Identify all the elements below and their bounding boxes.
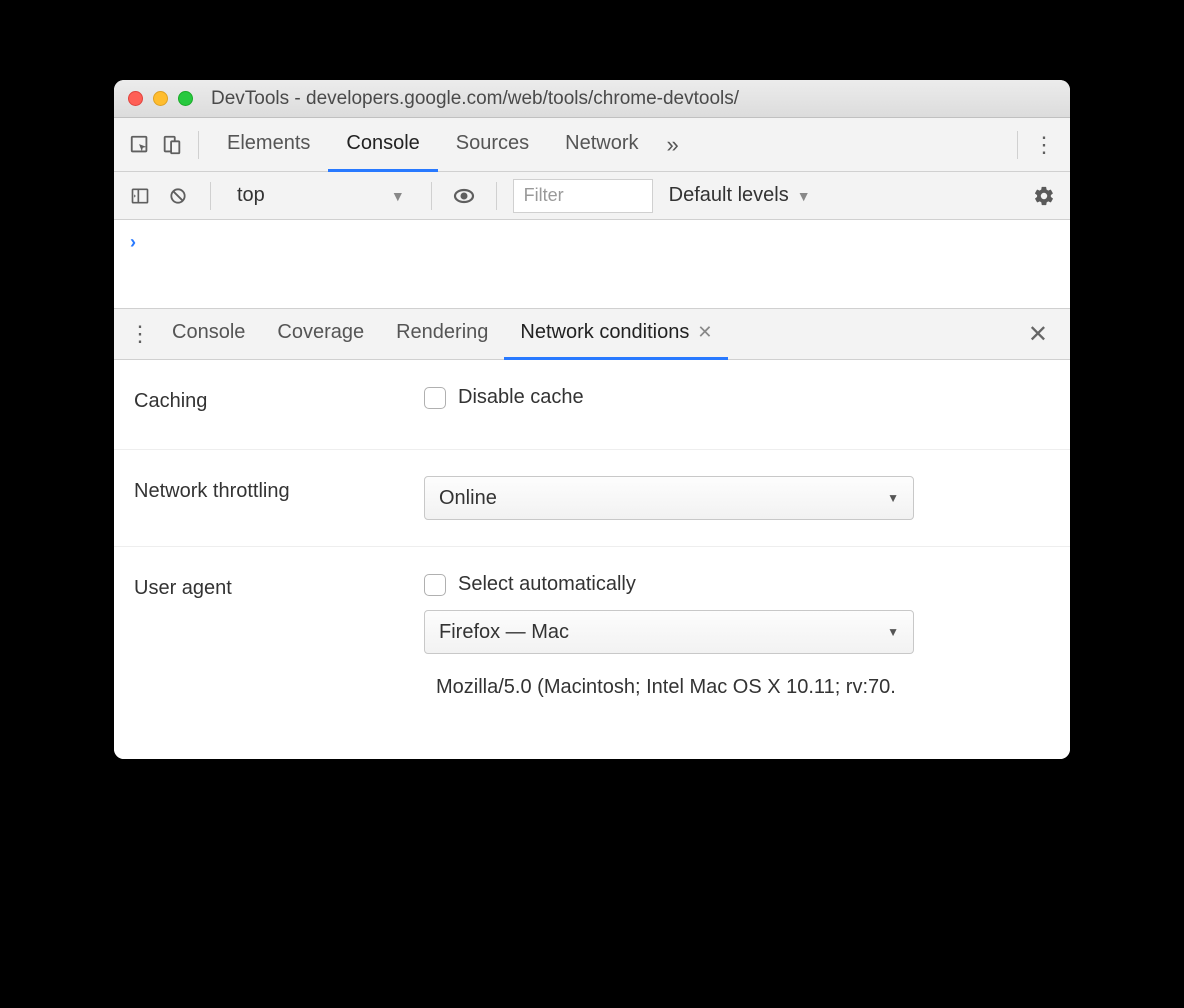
tab-label: Console (172, 321, 245, 344)
network-conditions-panel: Caching Disable cache Network throttling… (114, 360, 1070, 759)
tab-label: Network conditions (520, 321, 689, 344)
tab-label: Console (346, 132, 419, 155)
caching-row: Caching Disable cache (114, 360, 1070, 450)
context-value: top (237, 184, 265, 207)
filter-input[interactable] (513, 179, 653, 213)
separator (210, 182, 211, 210)
separator (496, 182, 497, 210)
select-automatically-label: Select automatically (458, 573, 636, 596)
separator (431, 182, 432, 210)
console-toolbar: top ▼ Default levels ▼ (114, 172, 1070, 220)
drawer-tab-console[interactable]: Console (156, 308, 261, 360)
drawer-close-icon[interactable]: ✕ (1016, 320, 1060, 349)
user-agent-value: Firefox — Mac (439, 621, 569, 644)
console-settings-gear-icon[interactable] (1028, 180, 1060, 212)
tab-label: Rendering (396, 321, 488, 344)
close-window-button[interactable] (128, 91, 143, 106)
caret-down-icon: ▼ (887, 491, 899, 505)
devtools-window: DevTools - developers.google.com/web/too… (114, 80, 1070, 759)
tab-label: Sources (456, 132, 529, 155)
caret-down-icon: ▼ (391, 188, 405, 204)
caching-label: Caching (134, 386, 424, 413)
tab-close-icon[interactable]: ✕ (697, 322, 712, 343)
more-tabs-chevron-icon[interactable]: » (657, 132, 689, 158)
drawer-menu-kebab-icon[interactable]: ⋮ (124, 318, 156, 350)
user-agent-row: User agent Select automatically Firefox … (114, 547, 1070, 759)
levels-value: Default levels (669, 184, 789, 207)
user-agent-label: User agent (134, 573, 424, 600)
tab-console[interactable]: Console (328, 118, 437, 172)
traffic-lights (128, 91, 193, 106)
main-menu-kebab-icon[interactable]: ⋮ (1028, 129, 1060, 161)
separator (198, 131, 199, 159)
drawer-tab-rendering[interactable]: Rendering (380, 308, 504, 360)
main-tabs-row: Elements Console Sources Network » ⋮ (114, 118, 1070, 172)
disable-cache-label: Disable cache (458, 386, 584, 409)
throttling-value: Online (439, 487, 497, 510)
clear-console-icon[interactable] (162, 180, 194, 212)
tab-label: Elements (227, 132, 310, 155)
tab-network[interactable]: Network (547, 118, 656, 172)
throttling-label: Network throttling (134, 476, 424, 503)
minimize-window-button[interactable] (153, 91, 168, 106)
tab-sources[interactable]: Sources (438, 118, 547, 172)
drawer-tabs-row: ⋮ Console Coverage Rendering Network con… (114, 308, 1070, 360)
tab-label: Coverage (277, 321, 364, 344)
user-agent-select[interactable]: Firefox — Mac ▼ (424, 610, 914, 654)
tab-elements[interactable]: Elements (209, 118, 328, 172)
caret-down-icon: ▼ (887, 625, 899, 639)
titlebar: DevTools - developers.google.com/web/too… (114, 80, 1070, 118)
disable-cache-checkbox[interactable] (424, 387, 446, 409)
user-agent-string: Mozilla/5.0 (Macintosh; Intel Mac OS X 1… (436, 676, 1050, 699)
tab-label: Network (565, 132, 638, 155)
console-body[interactable]: › (114, 220, 1070, 308)
drawer-tab-coverage[interactable]: Coverage (261, 308, 380, 360)
separator (1017, 131, 1018, 159)
throttling-select[interactable]: Online ▼ (424, 476, 914, 520)
caret-down-icon: ▼ (797, 188, 811, 204)
window-title: DevTools - developers.google.com/web/too… (211, 88, 739, 110)
show-console-sidebar-icon[interactable] (124, 180, 156, 212)
live-expression-icon[interactable] (448, 180, 480, 212)
console-prompt-icon: › (130, 232, 136, 252)
context-select[interactable]: top ▼ (227, 184, 415, 207)
throttling-row: Network throttling Online ▼ (114, 450, 1070, 547)
zoom-window-button[interactable] (178, 91, 193, 106)
select-automatically-checkbox[interactable] (424, 574, 446, 596)
levels-select[interactable]: Default levels ▼ (659, 184, 821, 207)
inspect-element-icon[interactable] (124, 129, 156, 161)
device-toggle-icon[interactable] (156, 129, 188, 161)
drawer-tab-network-conditions[interactable]: Network conditions ✕ (504, 308, 728, 360)
